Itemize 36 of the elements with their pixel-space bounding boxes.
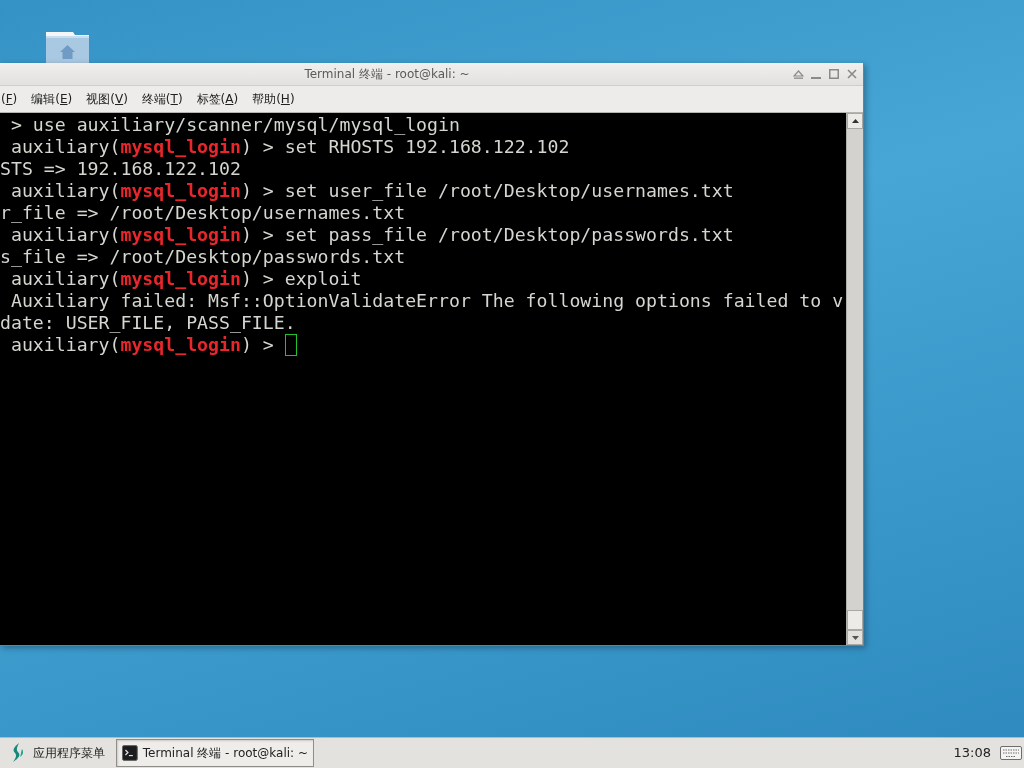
- menu-item[interactable]: 编辑(E): [31, 90, 73, 108]
- applications-menu-button[interactable]: 应用程序菜单: [0, 739, 115, 767]
- terminal-line: auxiliary(mysql_login) > set RHOSTS 192.168.122.102: [9, 136, 570, 158]
- maximize-icon: [829, 69, 839, 79]
- minimize-icon: [811, 77, 821, 79]
- terminal-line: date: USER_FILE, PASS_FILE.: [0, 312, 296, 334]
- terminal-line: s_file => /root/Desktop/passwords.txt: [0, 246, 406, 268]
- terminal-line: auxiliary(mysql_login) > set user_file /root/Desktop/usernames.txt: [9, 180, 734, 202]
- terminal-line: auxiliary(mysql_login) > set pass_file /root/Desktop/passwords.txt: [9, 224, 734, 246]
- maximize-button[interactable]: [826, 66, 842, 82]
- triangle-icon: [792, 69, 804, 79]
- menu-item[interactable]: 标签(A): [196, 90, 239, 108]
- menu-item[interactable]: 帮助(H): [252, 90, 295, 108]
- terminal-line: > use auxiliary/scanner/mysql/mysql_login: [9, 114, 460, 136]
- window-title: Terminal 终端 - root@kali: ~: [303, 66, 471, 83]
- menu-item[interactable]: 终端(T): [141, 90, 183, 108]
- terminal-icon: [122, 745, 138, 761]
- terminal-line: auxiliary(mysql_login) > exploit: [9, 268, 362, 290]
- terminal-line: auxiliary(mysql_login) >: [9, 334, 275, 356]
- scrollbar[interactable]: [846, 113, 863, 645]
- home-folder-icon[interactable]: [45, 32, 90, 63]
- clock[interactable]: 13:08: [953, 743, 991, 763]
- scroll-up-button[interactable]: [847, 113, 863, 129]
- down-arrow-icon: [851, 635, 859, 640]
- menu-item[interactable]: 视图(V): [86, 90, 128, 108]
- terminal-line: Auxiliary failed: Msf::OptionValidateError The following options failed to v: [9, 290, 844, 312]
- terminal-line: STS => 192.168.122.102: [0, 158, 241, 180]
- terminal-line: r_file => /root/Desktop/usernames.txt: [0, 202, 406, 224]
- up-arrow-icon: [851, 119, 859, 123]
- menu-item[interactable]: (F): [1, 90, 18, 108]
- leaf-icon: [10, 743, 25, 763]
- close-icon: [847, 69, 857, 79]
- scroll-thumb[interactable]: [847, 610, 863, 630]
- keyboard-icon[interactable]: [1000, 745, 1022, 761]
- scroll-down-button[interactable]: [847, 630, 863, 645]
- taskbar-window-button[interactable]: Terminal 终端 - root@kali: ~: [116, 739, 314, 767]
